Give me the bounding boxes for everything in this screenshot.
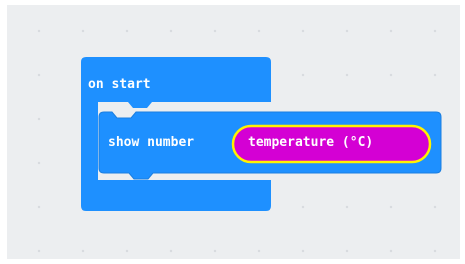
on-start-label: on start [88, 77, 151, 92]
temperature-label: temperature (°C) [248, 135, 374, 150]
show-number-label: show number [108, 135, 195, 150]
blocks-canvas [81, 57, 442, 211]
